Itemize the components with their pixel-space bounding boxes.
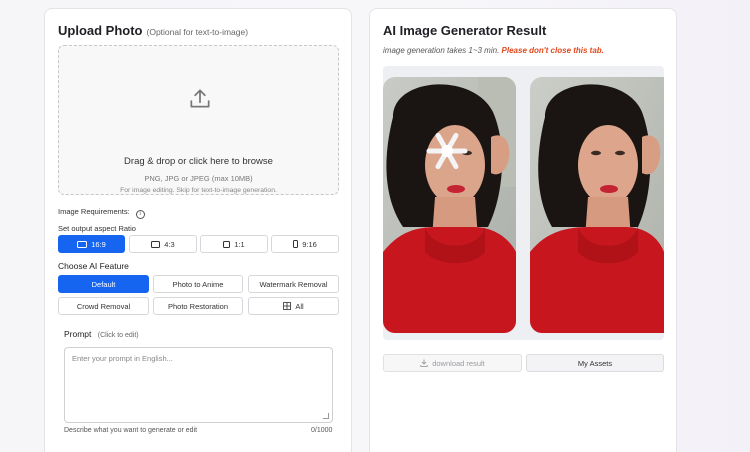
prompt-textarea[interactable]: Enter your prompt in English... bbox=[64, 347, 333, 423]
result-image-original[interactable] bbox=[383, 77, 516, 333]
dropzone-formats-text: PNG, JPG or JPEG (max 10MB) bbox=[144, 174, 253, 183]
upload-icon bbox=[190, 89, 210, 108]
aspect-4-3-label: 4:3 bbox=[164, 239, 175, 249]
feature-photo-to-anime-button[interactable]: Photo to Anime bbox=[153, 275, 243, 293]
dropzone-main-text: Drag & drop or click here to browse bbox=[124, 156, 273, 167]
resize-handle-icon[interactable] bbox=[323, 413, 329, 419]
result-warning: Please don't close this tab. bbox=[501, 46, 604, 55]
result-title: AI Image Generator Result bbox=[383, 23, 547, 38]
upload-title-text: Upload Photo bbox=[58, 23, 143, 38]
result-image-generated[interactable] bbox=[530, 77, 664, 333]
aspect-9-16-label: 9:16 bbox=[302, 239, 317, 249]
ai-feature-label: Choose AI Feature bbox=[58, 261, 129, 271]
landscape-ratio-icon bbox=[77, 240, 88, 248]
prompt-placeholder: Enter your prompt in English... bbox=[72, 354, 173, 363]
feature-default-button[interactable]: Default bbox=[58, 275, 149, 293]
aspect-16-9-button[interactable]: 16:9 bbox=[58, 235, 125, 253]
my-assets-button[interactable]: My Assets bbox=[526, 354, 664, 372]
prompt-label: Prompt bbox=[64, 329, 92, 339]
prompt-helper-text: Describe what you want to generate or ed… bbox=[64, 427, 198, 434]
feature-all-label: All bbox=[295, 301, 304, 311]
square-ratio-icon bbox=[223, 240, 231, 248]
info-icon[interactable]: i bbox=[135, 210, 145, 219]
download-icon bbox=[420, 359, 428, 367]
upload-panel: Upload Photo (Optional for text-to-image)… bbox=[44, 8, 352, 452]
upload-title: Upload Photo (Optional for text-to-image) bbox=[58, 23, 248, 38]
feature-crowd-removal-button[interactable]: Crowd Removal bbox=[58, 297, 149, 315]
aspect-4-3-button[interactable]: 4:3 bbox=[129, 235, 197, 253]
prompt-heading: Prompt (Click to edit) bbox=[64, 329, 139, 339]
feature-photo-restoration-button[interactable]: Photo Restoration bbox=[153, 297, 243, 315]
prompt-char-counter: 0/1000 bbox=[311, 427, 333, 434]
feature-watermark-removal-button[interactable]: Watermark Removal bbox=[248, 275, 339, 293]
upload-subtitle: (Optional for text-to-image) bbox=[146, 27, 249, 37]
image-requirements-label: Image Requirements: bbox=[58, 207, 130, 216]
dropzone-note-text: For image editing. Skip for text-to-imag… bbox=[120, 187, 277, 194]
result-panel: AI Image Generator Result image generati… bbox=[369, 8, 677, 452]
aspect-1-1-button[interactable]: 1:1 bbox=[200, 235, 268, 253]
result-preview-area bbox=[383, 66, 664, 340]
image-requirements: Image Requirements: i bbox=[58, 207, 145, 219]
aspect-1-1-label: 1:1 bbox=[234, 239, 245, 249]
photo-dropzone[interactable]: Drag & drop or click here to browse PNG,… bbox=[58, 45, 339, 195]
aspect-ratio-label: Set output aspect Ratio bbox=[58, 224, 136, 233]
result-note: image generation takes 1~3 min. Please d… bbox=[383, 46, 604, 55]
download-result-button[interactable]: download result bbox=[383, 354, 522, 372]
aspect-16-9-label: 16:9 bbox=[91, 239, 106, 249]
prompt-hint: (Click to edit) bbox=[97, 332, 139, 339]
aspect-9-16-button[interactable]: 9:16 bbox=[271, 235, 339, 253]
download-result-label: download result bbox=[432, 358, 485, 368]
grid-icon bbox=[283, 302, 292, 310]
portrait-ratio-icon bbox=[293, 240, 299, 248]
feature-all-button[interactable]: All bbox=[248, 297, 339, 315]
standard-ratio-icon bbox=[151, 240, 161, 248]
result-time-note: image generation takes 1~3 min. bbox=[383, 46, 500, 55]
